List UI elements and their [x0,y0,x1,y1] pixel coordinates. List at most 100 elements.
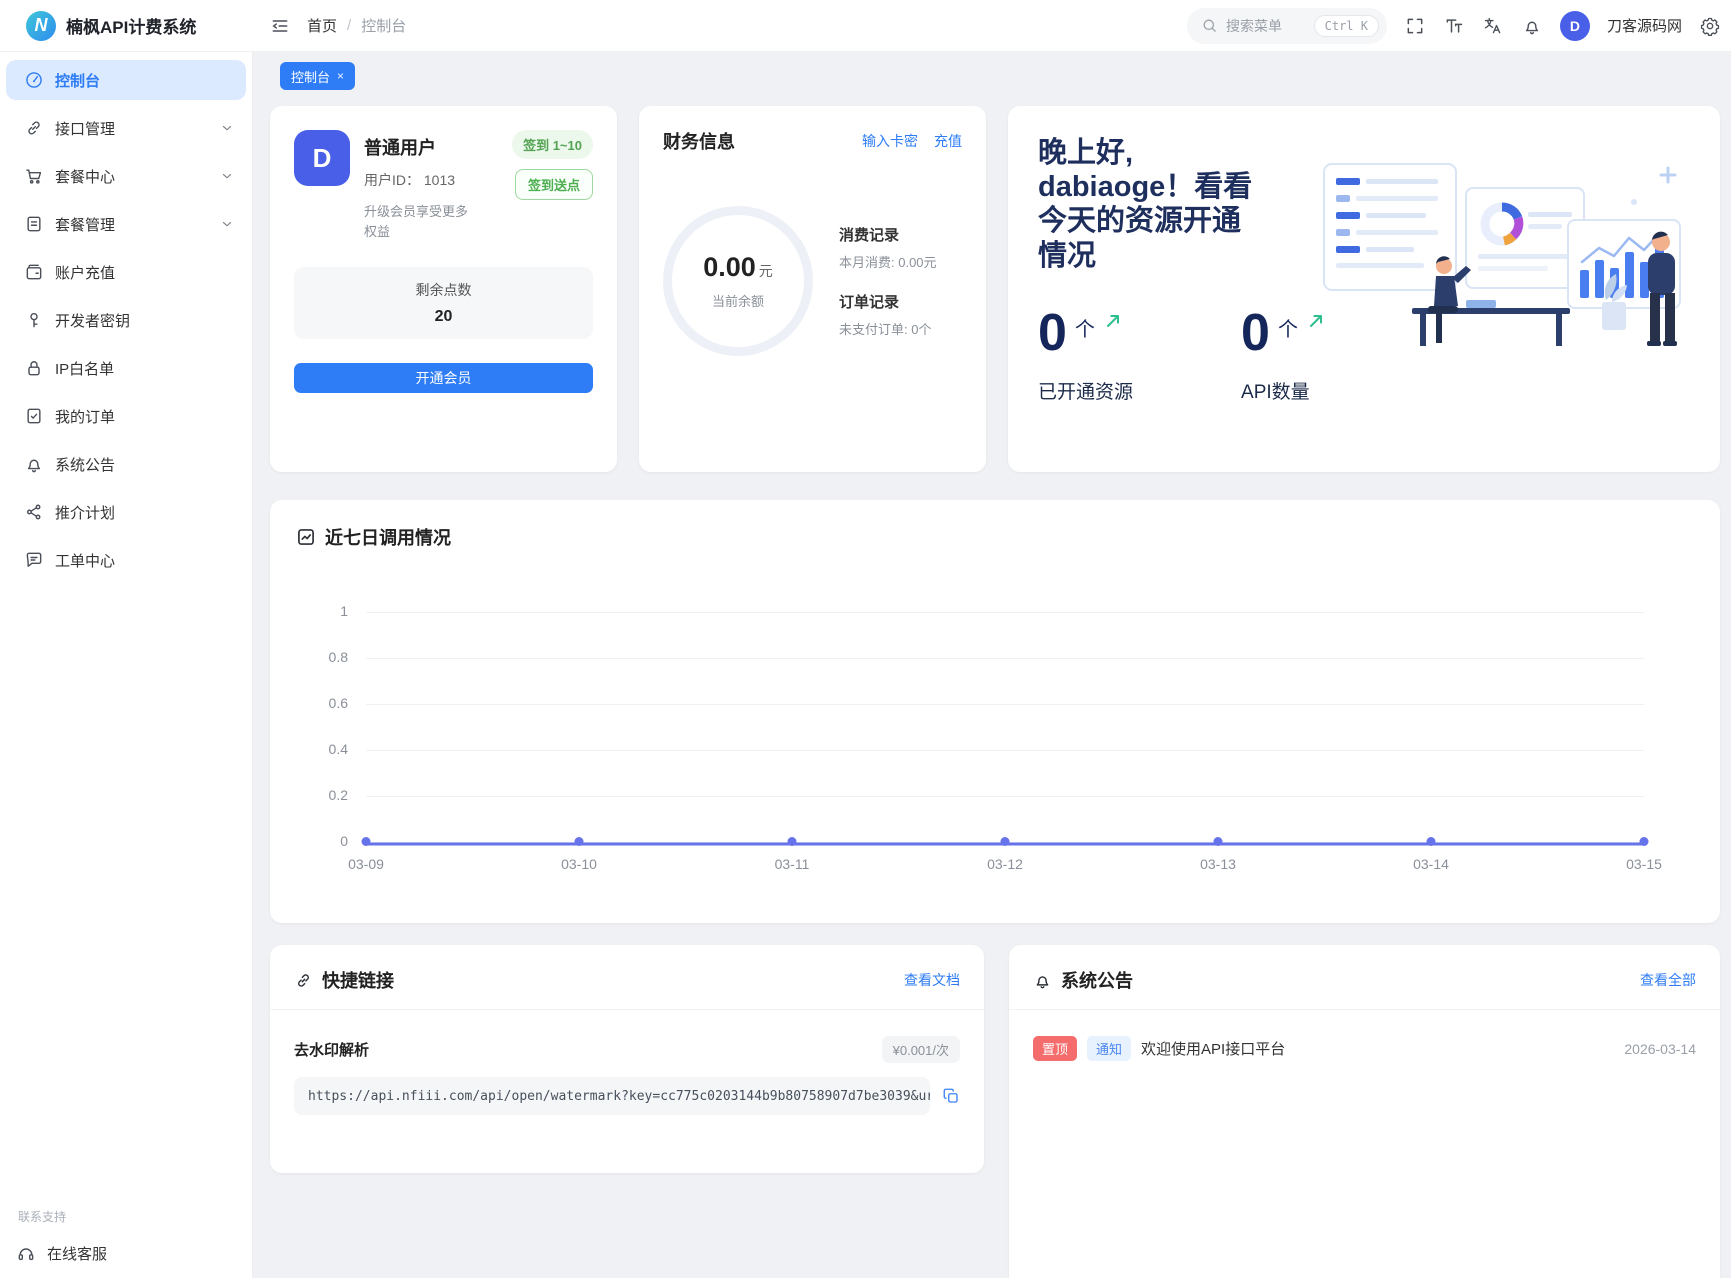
announcements-card: 系统公告 查看全部 置顶 通知 欢迎使用API接口平台 2026-03-14 [1009,945,1720,1278]
announcement-date: 2026-03-14 [1624,1040,1696,1057]
sidebar-item-package-center[interactable]: 套餐中心 [6,156,246,196]
username[interactable]: 刀客源码网 [1607,15,1682,36]
sidebar-item-referral[interactable]: 推介计划 [6,492,246,532]
view-docs-link[interactable]: 查看文档 [904,970,960,990]
sidebar-item-recharge[interactable]: 账户充值 [6,252,246,292]
search-shortcut: Ctrl K [1313,14,1379,37]
x-axis-tick: 03-14 [1413,856,1449,872]
tab-close-icon[interactable]: × [337,69,344,83]
order-icon [24,406,44,426]
search-input[interactable]: 搜索菜单 Ctrl K [1186,7,1387,44]
x-axis-tick: 03-09 [348,856,384,872]
chevron-down-icon [220,169,234,183]
sidebar-item-my-orders[interactable]: 我的订单 [6,396,246,436]
sidebar-item-api-manage[interactable]: 接口管理 [6,108,246,148]
balance-value: 0.00 [703,252,756,282]
api-url-field[interactable]: https://api.nfiii.com/api/open/watermark… [294,1077,930,1115]
finance-card: 财务信息 输入卡密 充值 0.00 元 当前余额 消费记录 本月消费: 0.00… [639,106,986,472]
notice-badge: 通知 [1087,1036,1132,1061]
fullscreen-icon[interactable] [1404,15,1426,37]
quick-links-card: 快捷链接 查看文档 去水印解析 ¥0.001/次 https://api.nfi… [270,945,984,1173]
sidebar-footer: 联系支持 在线客服 [0,1208,252,1264]
sidebar-item-label: 接口管理 [55,120,116,138]
balance-label: 当前余额 [711,294,764,309]
y-axis-tick: 0.4 [328,741,348,757]
x-axis-tick: 03-13 [1200,856,1236,872]
sidebar-item-label: 推介计划 [55,504,116,522]
recharge-link[interactable]: 充值 [934,131,962,151]
greeting-text: 晚上好, dabiaoge！看看今天的资源开通情况 [1038,137,1253,272]
quick-links-title: 快捷链接 [322,971,394,991]
translate-icon[interactable] [1482,15,1504,37]
header-tools: 搜索菜单 Ctrl K D 刀客源码网 [1186,7,1731,44]
breadcrumb: 首页 / 控制台 [307,15,406,36]
points-value: 20 [434,308,453,325]
plot-area: 03-09 03-10 03-11 03-12 03-13 03-14 03-15 [348,612,1662,912]
checkin-button[interactable]: 签到送点 [514,169,593,200]
order-sub: 未支付订单: 0个 [839,322,932,337]
view-all-link[interactable]: 查看全部 [1640,970,1696,990]
sidebar-item-label: 套餐管理 [55,216,116,234]
sidebar-item-developer-key[interactable]: 开发者密钥 [6,300,246,340]
stat-value: 0 [1241,303,1270,362]
sidebar-item-label: 我的订单 [55,408,116,426]
data-point[interactable] [1213,837,1223,846]
data-point[interactable] [361,837,371,846]
user-id-label: 用户ID： [364,172,420,188]
sidebar-item-tickets[interactable]: 工单中心 [6,540,246,580]
support-label: 联系支持 [18,1210,67,1224]
finance-title: 财务信息 [663,132,735,152]
user-avatar[interactable]: D [1559,10,1590,41]
chevron-down-icon [220,217,234,231]
collapse-sidebar-icon[interactable] [269,15,291,37]
sidebar-item-console[interactable]: 控制台 [6,60,246,100]
sidebar-item-online-support[interactable]: 在线客服 [16,1243,236,1264]
data-point[interactable] [1639,837,1649,846]
api-item-name: 去水印解析 [294,1042,370,1059]
sidebar-item-announcements[interactable]: 系统公告 [6,444,246,484]
consume-title: 消费记录 [839,227,900,244]
sidebar-item-ip-whitelist[interactable]: IP白名单 [6,348,246,388]
logo: N 楠枫API计费系统 [0,10,253,41]
y-axis-tick: 0.8 [328,649,348,665]
main-content: 控制台 × D 普通用户 用户ID： 1013 升级会员享受更多权益 签到 1~… [253,52,1731,1278]
share-icon [24,502,44,522]
y-axis-tick: 0.2 [328,787,348,803]
chevron-down-icon [220,121,234,135]
font-size-icon[interactable] [1443,15,1465,37]
user-role: 普通用户 [364,138,436,158]
y-axis-tick: 1 [340,603,348,619]
sidebar-item-label: 系统公告 [55,456,116,474]
settings-gear-icon[interactable] [1699,15,1721,37]
breadcrumb-separator: / [347,17,352,34]
user-card-avatar: D [294,130,350,186]
announcement-row[interactable]: 置顶 通知 欢迎使用API接口平台 2026-03-14 [1009,1010,1720,1061]
copy-icon[interactable] [942,1087,960,1105]
upgrade-hint: 升级会员享受更多权益 [364,204,469,239]
y-axis-tick: 0.6 [328,695,348,711]
app-root: N 楠枫API计费系统 首页 / 控制台 搜索菜单 Ctrl K D 刀客源码网… [0,0,1731,1278]
bell-icon [24,454,44,474]
tab-console[interactable]: 控制台 × [280,62,356,90]
stat-label: API数量 [1241,381,1310,403]
sidebar-menu: 控制台接口管理套餐中心套餐管理账户充值开发者密钥 IP白名单我的订单系统公告推介计… [0,60,252,580]
sidebar-item-label: 控制台 [55,72,101,90]
consume-sub: 本月消费: 0.00元 [839,255,937,270]
notifications-bell-icon[interactable] [1521,15,1543,37]
headset-icon [16,1244,36,1264]
data-point[interactable] [574,837,584,846]
stat-value: 0 [1038,303,1067,362]
balance-circle: 0.00 元 当前余额 [663,206,813,356]
announcements-title: 系统公告 [1061,971,1133,991]
data-point[interactable] [1426,837,1436,846]
chat-icon [24,550,44,570]
data-point[interactable] [787,837,797,846]
gauge-icon [24,70,44,90]
breadcrumb-home[interactable]: 首页 [307,15,337,36]
data-point[interactable] [1000,837,1010,846]
sidebar-item-package-manage[interactable]: 套餐管理 [6,204,246,244]
open-membership-button[interactable]: 开通会员 [294,363,593,393]
enter-card-key-link[interactable]: 输入卡密 [862,131,918,151]
chart-title: 近七日调用情况 [325,528,451,548]
breadcrumb-current: 控制台 [361,18,407,35]
